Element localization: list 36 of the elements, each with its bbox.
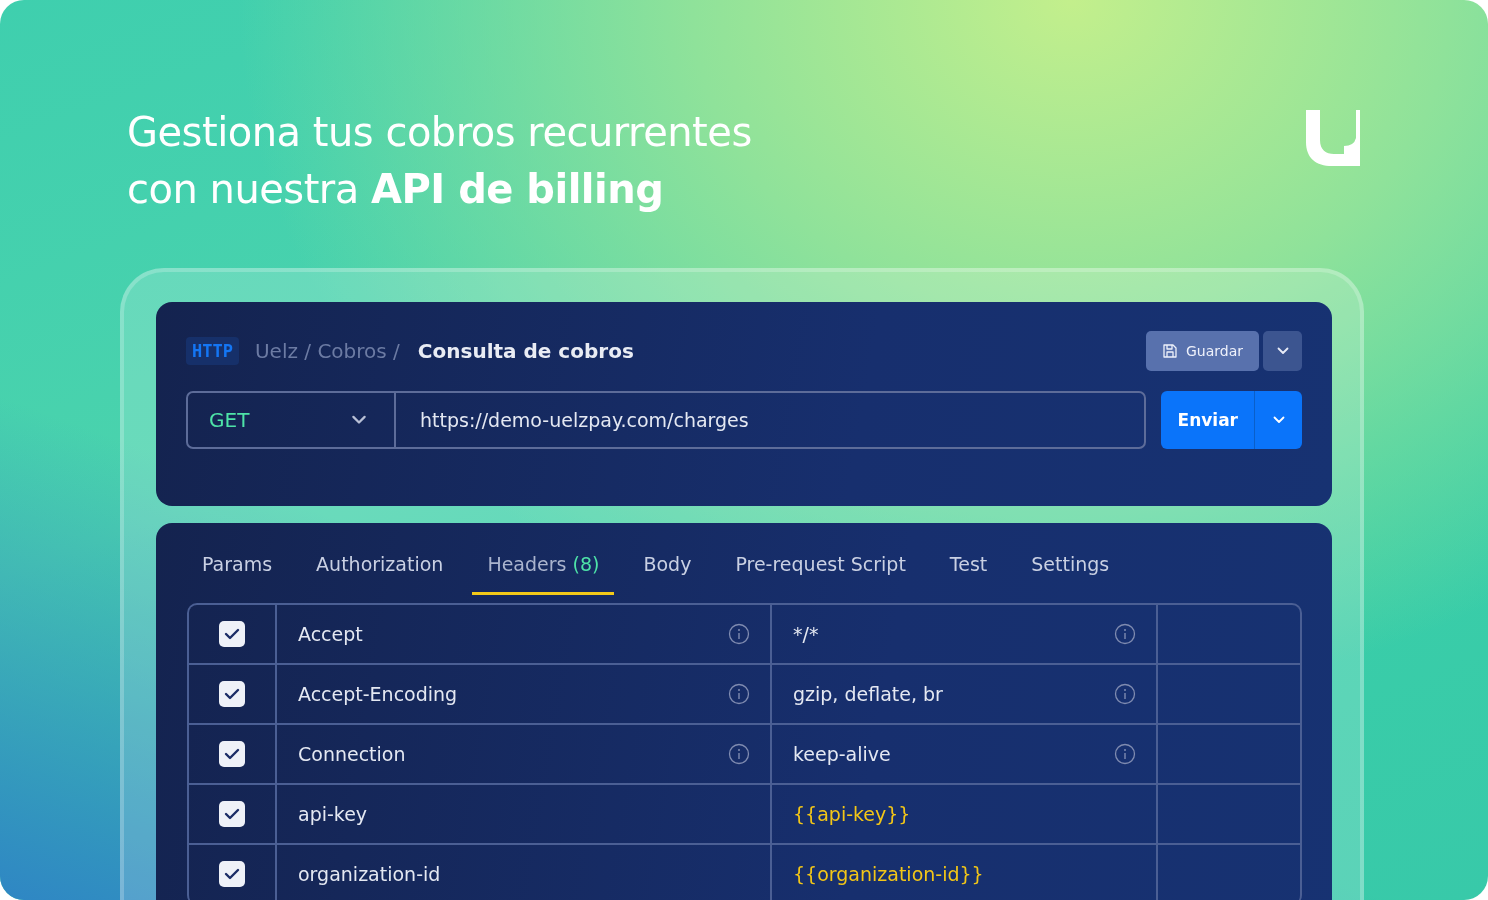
- checkbox[interactable]: [219, 801, 245, 827]
- chevron-down-icon: [1276, 347, 1289, 355]
- tab[interactable]: Settings: [1016, 543, 1125, 595]
- check-icon: [224, 748, 240, 760]
- header-key: Accept-Encoding: [298, 683, 458, 705]
- tab[interactable]: Params: [187, 543, 288, 595]
- tab[interactable]: Headers (8): [472, 543, 615, 595]
- headline: Gestiona tus cobros recurrentes con nuestra API de billing: [127, 108, 752, 214]
- tab[interactable]: Test: [934, 543, 1003, 595]
- header-key: Accept: [298, 623, 363, 645]
- checkbox[interactable]: [219, 861, 245, 887]
- chevron-down-icon: [1272, 416, 1285, 424]
- header-key: api-key: [298, 803, 368, 825]
- check-icon: [224, 808, 240, 820]
- tab[interactable]: Body: [628, 543, 707, 595]
- logo-icon: [1304, 108, 1360, 168]
- checkbox[interactable]: [219, 741, 245, 767]
- header-key: Connection: [298, 743, 406, 765]
- save-button[interactable]: Guardar: [1145, 331, 1259, 371]
- header-value: gzip, deflate, br: [793, 683, 943, 705]
- tab[interactable]: Authorization: [301, 543, 459, 595]
- variable-value: {{organization-id}}: [793, 863, 984, 885]
- breadcrumb[interactable]: Uelz / Cobros /: [254, 339, 400, 363]
- header-value: */*: [793, 623, 819, 645]
- protocol-badge: HTTP: [186, 337, 239, 365]
- header-value: keep-alive: [793, 743, 891, 765]
- check-icon: [224, 868, 240, 880]
- save-icon: [1161, 343, 1178, 359]
- tab[interactable]: Pre-request Script: [720, 543, 921, 595]
- request-name: Consulta de cobros: [417, 339, 634, 363]
- checkbox[interactable]: [219, 681, 245, 707]
- variable-value: {{api-key}}: [793, 803, 911, 825]
- header-key: organization-id: [298, 863, 441, 885]
- checkbox[interactable]: [219, 621, 245, 647]
- check-icon: [224, 628, 240, 640]
- check-icon: [224, 688, 240, 700]
